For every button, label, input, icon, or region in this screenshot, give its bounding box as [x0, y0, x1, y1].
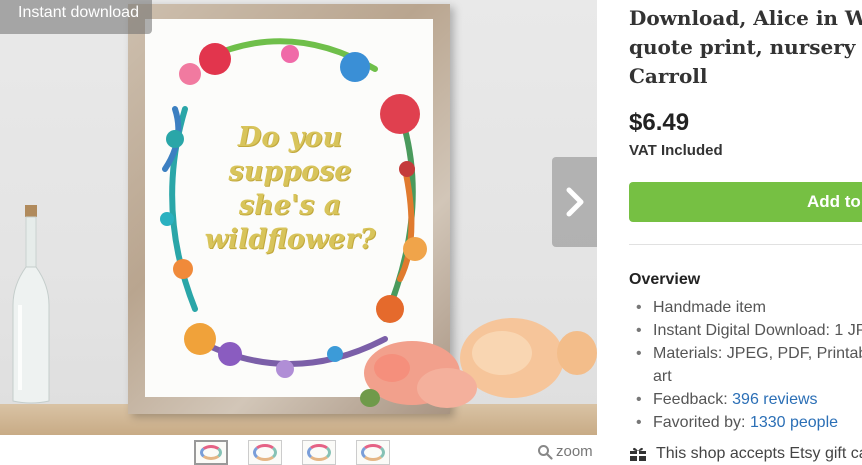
overview-heading: Overview — [629, 271, 701, 288]
zoom-button[interactable]: zoom — [537, 443, 593, 460]
thumbnail-strip — [194, 440, 390, 465]
price: $6.49 — [629, 109, 690, 136]
glass-bottle-image — [12, 205, 50, 404]
instant-download-badge: Instant download — [0, 0, 152, 34]
add-to-cart-button[interactable]: Add to — [629, 182, 862, 222]
zoom-label: zoom — [556, 443, 593, 460]
magnifier-icon — [538, 444, 553, 460]
list-item: Materials: JPEG, PDF, Printab art — [636, 342, 862, 388]
list-item: Instant Digital Download: 1 JPG — [636, 319, 862, 342]
thumbnail-1[interactable] — [194, 440, 228, 465]
product-title: Download, Alice in Won quote print, nurs… — [629, 6, 862, 88]
vat-note: VAT Included — [629, 142, 723, 159]
product-photo[interactable]: Do you suppose she's a wildflower? Insta… — [0, 0, 597, 435]
favorited-link[interactable]: 1330 people — [750, 414, 838, 431]
gift-icon — [630, 447, 646, 461]
reviews-link[interactable]: 396 reviews — [732, 391, 817, 408]
thumbnail-4[interactable] — [356, 440, 390, 465]
chevron-right-icon — [566, 187, 583, 217]
divider — [629, 244, 862, 245]
thumbnail-2[interactable] — [248, 440, 282, 465]
list-item: Feedback: 396 reviews — [636, 388, 862, 411]
list-item: Favorited by: 1330 people — [636, 411, 862, 434]
peony-flowers-image — [360, 318, 597, 408]
next-image-button[interactable] — [552, 157, 597, 247]
thumbnail-3[interactable] — [302, 440, 336, 465]
list-item: Handmade item — [636, 296, 862, 319]
quote-text: Do you suppose she's a wildflower? — [204, 122, 376, 255]
overview-list: Handmade item Instant Digital Download: … — [636, 296, 862, 434]
gift-card-note: This shop accepts Etsy gift ca — [629, 445, 862, 463]
